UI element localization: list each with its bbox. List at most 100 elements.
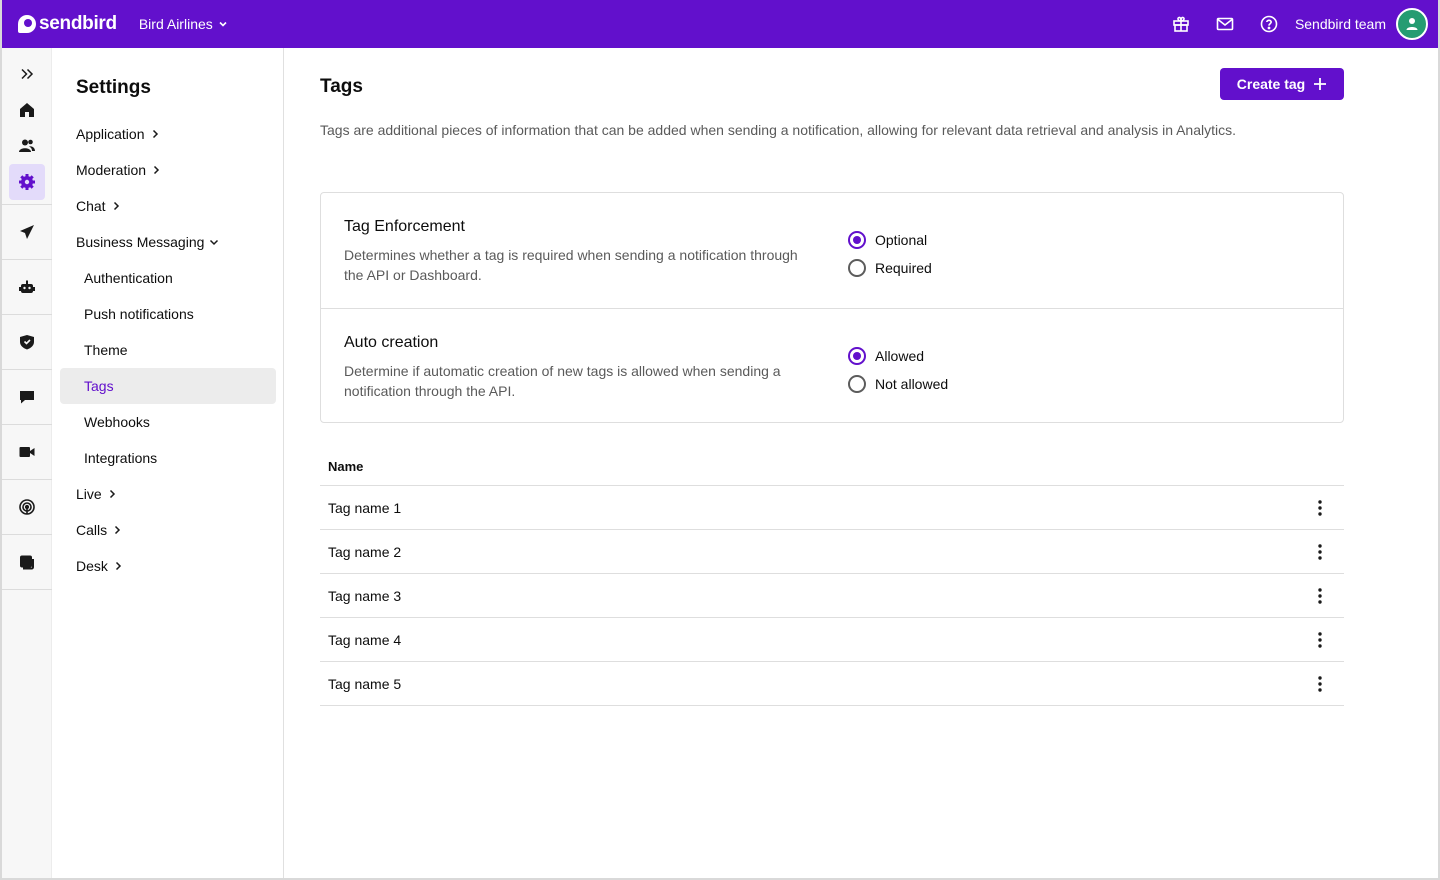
table-row[interactable]: Tag name 3 (320, 574, 1344, 618)
sidebar-item-theme[interactable]: Theme (52, 332, 284, 368)
more-vertical-icon (1318, 631, 1322, 648)
sidebar-item-chat[interactable]: Chat (52, 188, 284, 224)
chevron-right-icon (115, 561, 121, 571)
page-description: Tags are additional pieces of informatio… (320, 122, 1237, 138)
sidebar-item-webhooks[interactable]: Webhooks (52, 404, 284, 440)
sidebar-item-label: Calls (76, 522, 108, 538)
settings-nav: Application Moderation Chat Business Mes… (52, 116, 284, 584)
sidebar-item-label: Authentication (84, 270, 173, 286)
more-vertical-icon (1318, 675, 1322, 692)
sidebar-item-label: Moderation (76, 162, 147, 178)
left-rail (2, 48, 52, 878)
gift-icon (1173, 16, 1189, 32)
setting-description: Determines whether a tag is required whe… (344, 247, 798, 283)
tag-name: Tag name 2 (328, 543, 402, 560)
help-button[interactable] (1247, 0, 1291, 48)
table-row[interactable]: Tag name 1 (320, 486, 1344, 530)
setting-auto-creation: Auto creation Determine if automatic cre… (321, 308, 1343, 423)
radio-unchecked-icon (848, 375, 866, 393)
tag-name: Tag name 5 (328, 675, 402, 692)
rail-live[interactable] (9, 489, 45, 525)
radio-label: Required (875, 260, 932, 276)
heart-shield-icon (20, 335, 34, 350)
rail-desk[interactable] (9, 544, 45, 580)
chevron-right-icon (152, 129, 158, 139)
sidebar-item-authentication[interactable]: Authentication (52, 260, 284, 296)
rail-bot[interactable] (9, 269, 45, 305)
main-content: Tags Create tag Tags are additional piec… (284, 48, 1438, 878)
rail-video[interactable] (9, 434, 45, 470)
settings-icon (19, 174, 35, 190)
rail-send[interactable] (9, 214, 45, 250)
radio-not-allowed[interactable]: Not allowed (848, 370, 948, 398)
org-name: Bird Airlines (138, 16, 213, 32)
sidebar-item-live[interactable]: Live (52, 476, 284, 512)
tag-name: Tag name 3 (328, 587, 402, 604)
account-name[interactable]: Sendbird team (1295, 16, 1386, 32)
gift-button[interactable] (1159, 0, 1203, 48)
chevron-right-icon (109, 489, 115, 499)
sidebar-item-application[interactable]: Application (52, 116, 284, 152)
more-options-button[interactable] (1304, 580, 1336, 612)
radio-group-tag-enforcement: Optional Required (848, 226, 932, 282)
table-row[interactable]: Tag name 2 (320, 530, 1344, 574)
chat-icon (20, 391, 34, 404)
create-tag-button[interactable]: Create tag (1220, 68, 1344, 100)
settings-sidebar: Settings Application Moderation Chat Bus… (52, 48, 284, 878)
sendbird-logo[interactable]: sendbird (18, 13, 117, 35)
page-title: Tags (320, 76, 363, 97)
live-icon (19, 499, 35, 515)
chevron-right-icon (154, 165, 160, 175)
radio-unchecked-icon (848, 259, 866, 277)
sidebar-item-label: Theme (84, 342, 128, 358)
sidebar-item-label: Integrations (84, 450, 158, 466)
rail-divider (2, 589, 52, 590)
radio-allowed[interactable]: Allowed (848, 342, 948, 370)
mail-icon (1216, 17, 1234, 31)
rail-expand[interactable] (9, 56, 45, 92)
plus-icon (1314, 78, 1327, 90)
tag-name: Tag name 4 (328, 631, 402, 648)
radio-checked-icon (848, 231, 866, 249)
setting-title: Auto creation (344, 334, 439, 351)
rail-settings[interactable] (9, 164, 45, 200)
sidebar-item-label: Application (76, 126, 145, 142)
help-icon (1260, 15, 1278, 33)
sidebar-item-tags[interactable]: Tags (60, 368, 276, 404)
radio-optional[interactable]: Optional (848, 226, 932, 254)
chevron-down-icon (210, 239, 219, 246)
mail-button[interactable] (1203, 0, 1247, 48)
radio-required[interactable]: Required (848, 254, 932, 282)
bot-icon (19, 280, 35, 293)
sidebar-item-desk[interactable]: Desk (52, 548, 284, 584)
user-icon (1406, 18, 1418, 30)
more-options-button[interactable] (1304, 536, 1336, 568)
sidebar-item-label: Business Messaging (76, 234, 205, 250)
rail-chat[interactable] (9, 379, 45, 415)
top-bar: sendbird Bird Airlines Sendbird team (0, 0, 1440, 48)
sidebar-item-push-notifications[interactable]: Push notifications (52, 296, 284, 332)
sidebar-item-label: Tags (84, 378, 114, 394)
tag-name: Tag name 1 (328, 499, 402, 516)
sidebar-item-integrations[interactable]: Integrations (52, 440, 284, 476)
more-options-button[interactable] (1304, 624, 1336, 656)
more-options-button[interactable] (1304, 668, 1336, 700)
table-row[interactable]: Tag name 4 (320, 618, 1344, 662)
expand-icon (21, 68, 34, 80)
setting-tag-enforcement: Tag Enforcement Determines whether a tag… (321, 193, 1343, 308)
sidebar-item-moderation[interactable]: Moderation (52, 152, 284, 188)
avatar[interactable] (1396, 8, 1428, 40)
rail-heart-shield[interactable] (9, 324, 45, 360)
sidebar-item-label: Desk (76, 558, 108, 574)
rail-users[interactable] (9, 128, 45, 164)
more-options-button[interactable] (1304, 492, 1336, 524)
more-vertical-icon (1318, 543, 1322, 560)
table-row[interactable]: Tag name 5 (320, 662, 1344, 706)
sidebar-item-calls[interactable]: Calls (52, 512, 284, 548)
table-header-name[interactable]: Name (320, 448, 1344, 486)
rail-home[interactable] (9, 92, 45, 128)
home-icon (20, 103, 34, 117)
org-switcher[interactable]: Bird Airlines (139, 16, 229, 32)
users-icon (19, 139, 35, 152)
sidebar-item-business-messaging[interactable]: Business Messaging (52, 224, 284, 260)
